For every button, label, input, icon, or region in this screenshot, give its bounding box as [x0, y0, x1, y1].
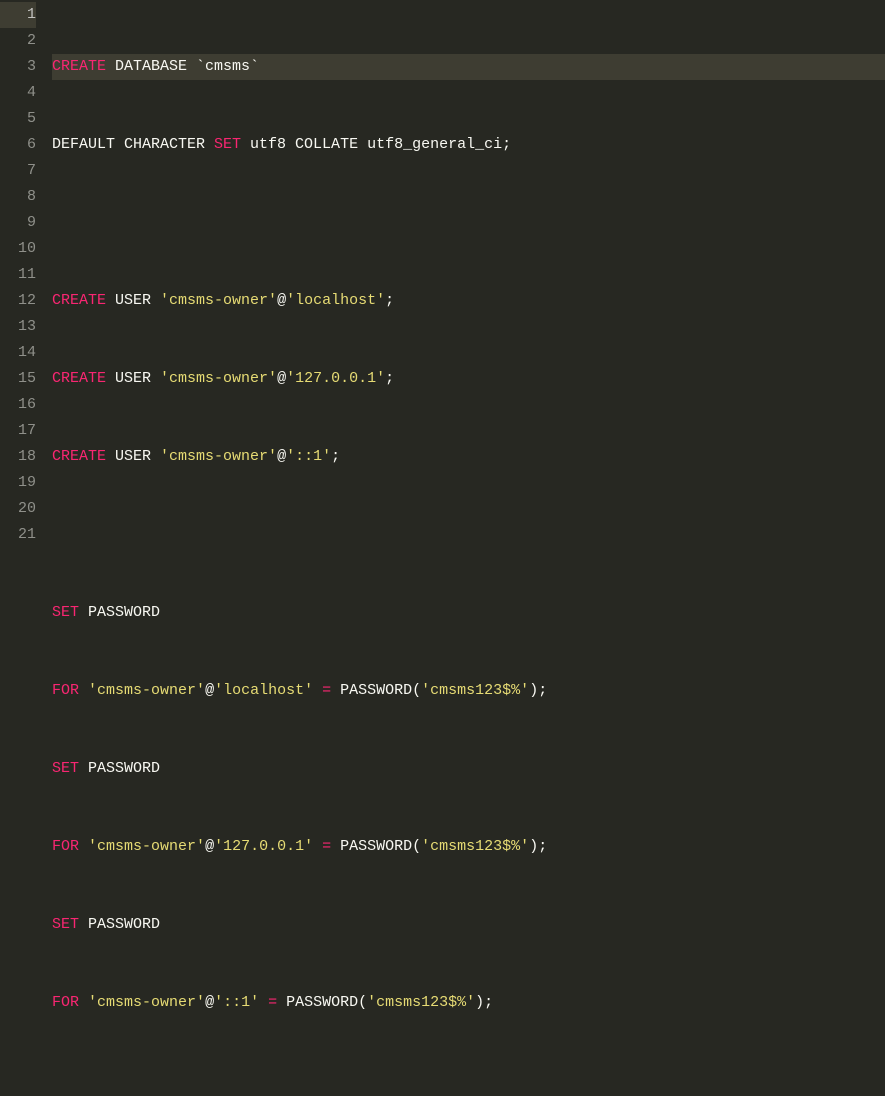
- token-fn: [313, 838, 322, 855]
- token-kw: CREATE: [52, 58, 106, 75]
- token-fn: [79, 682, 88, 699]
- line-number: 3: [0, 54, 36, 80]
- token-str: 'cmsms123$%': [367, 994, 475, 1011]
- token-fn: USER: [106, 448, 160, 465]
- token-str: 'cmsms123$%': [421, 838, 529, 855]
- line-number: 1: [0, 2, 36, 28]
- token-kw: FOR: [52, 682, 79, 699]
- token-str: '127.0.0.1': [214, 838, 313, 855]
- line-number: 15: [0, 366, 36, 392]
- code-line[interactable]: [52, 522, 885, 548]
- token-str: 'cmsms123$%': [421, 682, 529, 699]
- token-kw: FOR: [52, 838, 79, 855]
- code-line[interactable]: SET PASSWORD: [52, 912, 885, 938]
- token-str: 'cmsms-owner': [160, 370, 277, 387]
- token-fn: @: [277, 370, 286, 387]
- token-fn: [79, 994, 88, 1011]
- line-number: 7: [0, 158, 36, 184]
- token-str: '::1': [286, 448, 331, 465]
- code-line[interactable]: [52, 1068, 885, 1094]
- token-fn: PASSWORD: [79, 760, 160, 777]
- code-line[interactable]: FOR 'cmsms-owner'@'127.0.0.1' = PASSWORD…: [52, 834, 885, 860]
- line-number-gutter: 1 2 3 4 5 6 7 8 9 10 11 12 13 14 15 16 1…: [0, 0, 44, 548]
- token-fn: );: [529, 838, 547, 855]
- token-fn: USER: [106, 370, 160, 387]
- token-str: '::1': [214, 994, 259, 1011]
- token-str: 'cmsms-owner': [88, 838, 205, 855]
- code-line[interactable]: [52, 210, 885, 236]
- token-fn: [313, 682, 322, 699]
- token-str: 'cmsms-owner': [88, 994, 205, 1011]
- token-fn: [79, 838, 88, 855]
- code-line[interactable]: DEFAULT CHARACTER SET utf8 COLLATE utf8_…: [52, 132, 885, 158]
- token-fn: utf8 COLLATE utf8_general_ci;: [241, 136, 511, 153]
- line-number: 10: [0, 236, 36, 262]
- token-fn: @: [205, 682, 214, 699]
- token-fn: PASSWORD(: [277, 994, 367, 1011]
- line-number: 18: [0, 444, 36, 470]
- line-number: 4: [0, 80, 36, 106]
- token-fn: PASSWORD(: [331, 838, 421, 855]
- token-kw: CREATE: [52, 448, 106, 465]
- line-number: 19: [0, 470, 36, 496]
- token-str: 'cmsms-owner': [88, 682, 205, 699]
- token-op: =: [322, 682, 331, 699]
- token-fn: PASSWORD: [79, 916, 160, 933]
- token-kw: SET: [214, 136, 241, 153]
- line-number: 20: [0, 496, 36, 522]
- token-str: 'localhost': [286, 292, 385, 309]
- token-kw: SET: [52, 760, 79, 777]
- token-fn: ;: [385, 292, 394, 309]
- code-line[interactable]: CREATE DATABASE `cmsms`: [52, 54, 885, 80]
- token-kw: FOR: [52, 994, 79, 1011]
- line-number: 2: [0, 28, 36, 54]
- token-fn: @: [205, 838, 214, 855]
- token-str: 'localhost': [214, 682, 313, 699]
- token-fn: PASSWORD(: [331, 682, 421, 699]
- token-fn: );: [475, 994, 493, 1011]
- token-fn: DATABASE `cmsms`: [106, 58, 259, 75]
- code-line[interactable]: CREATE USER 'cmsms-owner'@'localhost';: [52, 288, 885, 314]
- token-fn: USER: [106, 292, 160, 309]
- token-kw: SET: [52, 604, 79, 621]
- line-number: 16: [0, 392, 36, 418]
- token-fn: @: [277, 448, 286, 465]
- token-str: 'cmsms-owner': [160, 292, 277, 309]
- token-op: =: [268, 994, 277, 1011]
- token-str: 'cmsms-owner': [160, 448, 277, 465]
- code-line[interactable]: CREATE USER 'cmsms-owner'@'127.0.0.1';: [52, 366, 885, 392]
- line-number: 21: [0, 522, 36, 548]
- line-number: 17: [0, 418, 36, 444]
- line-number: 12: [0, 288, 36, 314]
- token-fn: DEFAULT CHARACTER: [52, 136, 214, 153]
- line-number: 9: [0, 210, 36, 236]
- token-fn: PASSWORD: [79, 604, 160, 621]
- token-fn: ;: [385, 370, 394, 387]
- line-number: 13: [0, 314, 36, 340]
- token-fn: ;: [331, 448, 340, 465]
- code-line[interactable]: SET PASSWORD: [52, 756, 885, 782]
- token-fn: @: [205, 994, 214, 1011]
- line-number: 11: [0, 262, 36, 288]
- code-line[interactable]: SET PASSWORD: [52, 600, 885, 626]
- line-number: 8: [0, 184, 36, 210]
- code-line[interactable]: FOR 'cmsms-owner'@'localhost' = PASSWORD…: [52, 678, 885, 704]
- code-line[interactable]: FOR 'cmsms-owner'@'::1' = PASSWORD('cmsm…: [52, 990, 885, 1016]
- code-line[interactable]: CREATE USER 'cmsms-owner'@'::1';: [52, 444, 885, 470]
- token-kw: CREATE: [52, 370, 106, 387]
- token-fn: @: [277, 292, 286, 309]
- token-kw: CREATE: [52, 292, 106, 309]
- token-fn: [259, 994, 268, 1011]
- token-str: '127.0.0.1': [286, 370, 385, 387]
- line-number: 6: [0, 132, 36, 158]
- line-number: 5: [0, 106, 36, 132]
- code-editor[interactable]: CREATE DATABASE `cmsms` DEFAULT CHARACTE…: [44, 0, 885, 548]
- token-fn: );: [529, 682, 547, 699]
- line-number: 14: [0, 340, 36, 366]
- token-kw: SET: [52, 916, 79, 933]
- token-op: =: [322, 838, 331, 855]
